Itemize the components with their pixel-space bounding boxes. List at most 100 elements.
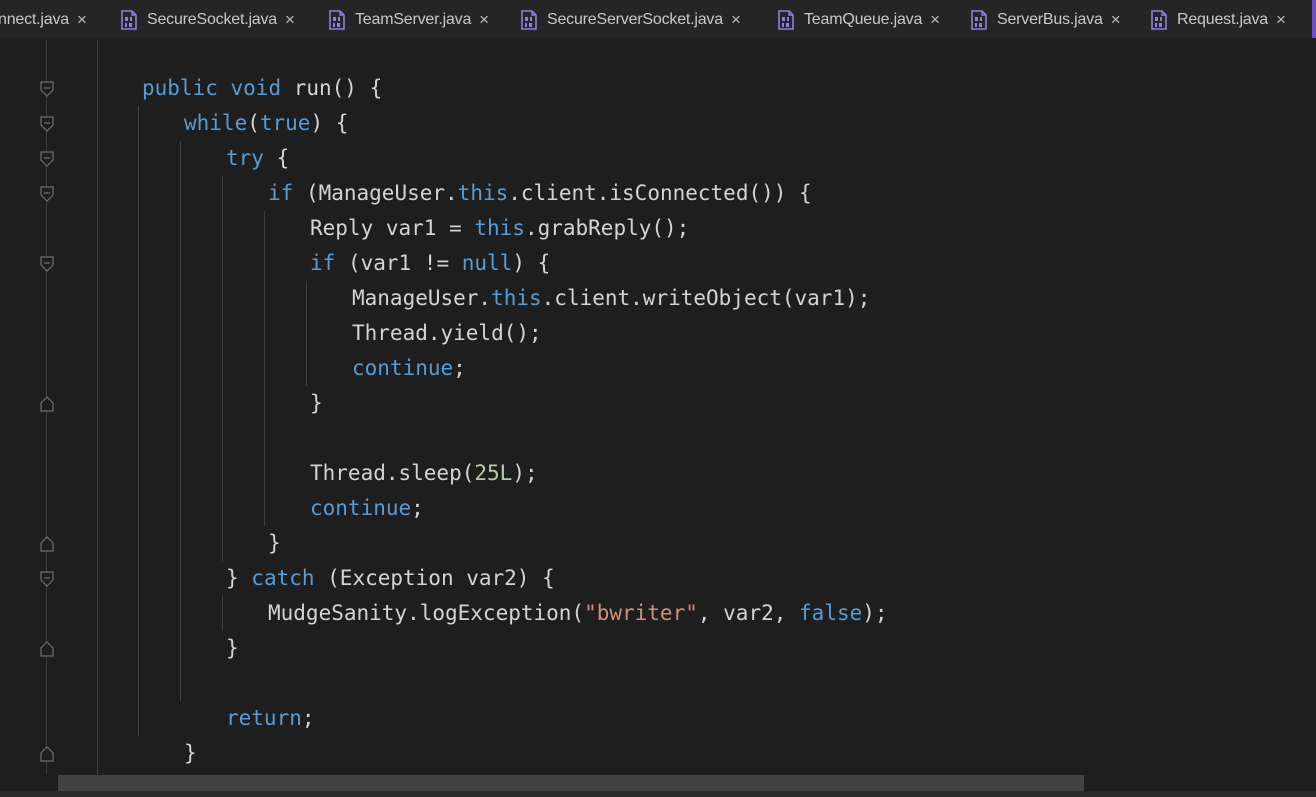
indent-guide bbox=[264, 211, 265, 526]
code-token: .grabReply(); bbox=[524, 216, 690, 240]
fold-collapse-icon[interactable] bbox=[40, 571, 54, 587]
code-line: } bbox=[310, 386, 323, 421]
code-token: ManageUser. bbox=[352, 286, 492, 310]
code-line: Reply var1 = this.grabReply(); bbox=[310, 211, 689, 246]
editor-bottom-edge bbox=[0, 791, 1316, 797]
close-icon[interactable]: × bbox=[479, 10, 489, 30]
code-token: public bbox=[142, 76, 231, 100]
fold-collapse-icon[interactable] bbox=[40, 151, 54, 167]
code-token: continue bbox=[310, 496, 412, 520]
editor-tab[interactable]: SecureServerSocket.java × bbox=[520, 0, 741, 38]
tab-label: Request.java bbox=[1177, 10, 1268, 28]
code-token: } bbox=[226, 566, 252, 590]
code-line: if (var1 != null) { bbox=[310, 246, 550, 281]
code-line: return; bbox=[226, 701, 315, 736]
code-token: this bbox=[491, 286, 542, 310]
indent-guide bbox=[97, 40, 98, 797]
editor-tab[interactable]: ServerBus.java × bbox=[970, 0, 1121, 38]
code-token: this bbox=[457, 181, 509, 205]
code-token: Thread.sleep( bbox=[310, 461, 475, 485]
code-token: } bbox=[226, 636, 239, 660]
code-line: try { bbox=[226, 141, 289, 176]
code-token: ) { bbox=[512, 251, 551, 275]
code-token: MudgeSanity.logException( bbox=[268, 601, 585, 625]
fold-end-icon[interactable] bbox=[40, 536, 54, 552]
tab-label: TeamQueue.java bbox=[804, 10, 923, 28]
code-token: (var1 != bbox=[335, 251, 462, 275]
code-token: ); bbox=[512, 461, 538, 485]
editor-tab[interactable]: nnect.java × bbox=[0, 0, 87, 38]
code-line: } bbox=[226, 631, 239, 666]
code-token: if bbox=[268, 181, 294, 205]
close-icon[interactable]: × bbox=[731, 10, 741, 30]
editor-tab[interactable]: TeamQueue.java × bbox=[777, 0, 940, 38]
editor-tab-bar: nnect.java × SecureSocket.java × TeamServer.… bbox=[0, 0, 1316, 39]
code-line: Thread.yield(); bbox=[352, 316, 542, 351]
indent-guide bbox=[222, 176, 223, 561]
code-token: ); bbox=[862, 601, 888, 625]
close-icon[interactable]: × bbox=[77, 10, 87, 30]
java-class-file-icon bbox=[778, 9, 794, 30]
close-icon[interactable]: × bbox=[1111, 10, 1121, 30]
code-token: run() { bbox=[293, 76, 383, 100]
code-token: null bbox=[461, 251, 513, 275]
code-token: ( bbox=[247, 111, 260, 135]
code-token: (ManageUser. bbox=[293, 181, 458, 205]
code-line: while(true) { bbox=[184, 106, 348, 141]
indent-guide bbox=[138, 106, 139, 736]
code-token: Reply var1 = bbox=[310, 216, 475, 240]
editor-tab[interactable]: SecureSocket.java × bbox=[120, 0, 295, 38]
code-token: } bbox=[268, 531, 281, 555]
code-token: ) { bbox=[310, 111, 349, 135]
code-token: return bbox=[226, 706, 302, 730]
java-class-file-icon bbox=[521, 9, 537, 30]
code-token: ; bbox=[453, 356, 466, 380]
code-line: if (ManageUser.this.client.isConnected()… bbox=[268, 176, 812, 211]
fold-end-icon[interactable] bbox=[40, 746, 54, 762]
code-token: ; bbox=[411, 496, 424, 520]
code-token: true bbox=[259, 111, 311, 135]
editor-tab[interactable]: TeamServer.java × bbox=[328, 0, 489, 38]
horizontal-scrollbar-thumb[interactable] bbox=[58, 775, 1084, 791]
code-line: } catch (Exception var2) { bbox=[226, 561, 555, 596]
code-token: } bbox=[184, 741, 197, 765]
code-line: MudgeSanity.logException("bwriter", var2… bbox=[268, 596, 888, 631]
editor-tab[interactable]: Request.java × bbox=[1150, 0, 1286, 38]
fold-collapse-icon[interactable] bbox=[40, 81, 54, 97]
tab-label: nnect.java bbox=[0, 10, 69, 28]
tab-label: TeamServer.java bbox=[355, 10, 472, 28]
code-line: continue; bbox=[310, 491, 424, 526]
tab-label: SecureServerSocket.java bbox=[547, 10, 723, 28]
code-token: ; bbox=[301, 706, 315, 730]
code-line: } bbox=[184, 736, 197, 771]
java-class-file-icon bbox=[1151, 9, 1167, 30]
code-token: if bbox=[310, 251, 336, 275]
code-token: try bbox=[226, 146, 264, 170]
code-token: while bbox=[184, 111, 248, 135]
code-line: Thread.sleep(25L); bbox=[310, 456, 538, 491]
java-class-file-icon bbox=[329, 9, 345, 30]
code-token: .client.writeObject(var1); bbox=[541, 286, 871, 310]
code-line: continue; bbox=[352, 351, 466, 386]
close-icon[interactable]: × bbox=[1276, 10, 1286, 30]
fold-end-icon[interactable] bbox=[40, 641, 54, 657]
code-line: ManageUser.this.client.writeObject(var1)… bbox=[352, 281, 870, 316]
code-line: public void run() { bbox=[142, 71, 382, 106]
fold-collapse-icon[interactable] bbox=[40, 116, 54, 132]
code-token: { bbox=[263, 146, 290, 170]
code-token: continue bbox=[352, 356, 454, 380]
fold-end-icon[interactable] bbox=[40, 396, 54, 412]
code-line: } bbox=[268, 526, 281, 561]
close-icon[interactable]: × bbox=[930, 10, 940, 30]
close-icon[interactable]: × bbox=[285, 10, 295, 30]
fold-collapse-icon[interactable] bbox=[40, 186, 54, 202]
tab-label: ServerBus.java bbox=[997, 10, 1103, 28]
java-class-file-icon bbox=[971, 9, 987, 30]
java-class-file-icon bbox=[121, 9, 137, 30]
fold-collapse-icon[interactable] bbox=[40, 256, 54, 272]
code-editor[interactable]: public void run() {while(true) {try {if … bbox=[0, 40, 1316, 797]
indent-guide bbox=[180, 141, 181, 701]
code-token: 25L bbox=[474, 461, 513, 485]
tab-label: SecureSocket.java bbox=[147, 10, 278, 28]
active-tab-edge[interactable] bbox=[1312, 0, 1316, 38]
